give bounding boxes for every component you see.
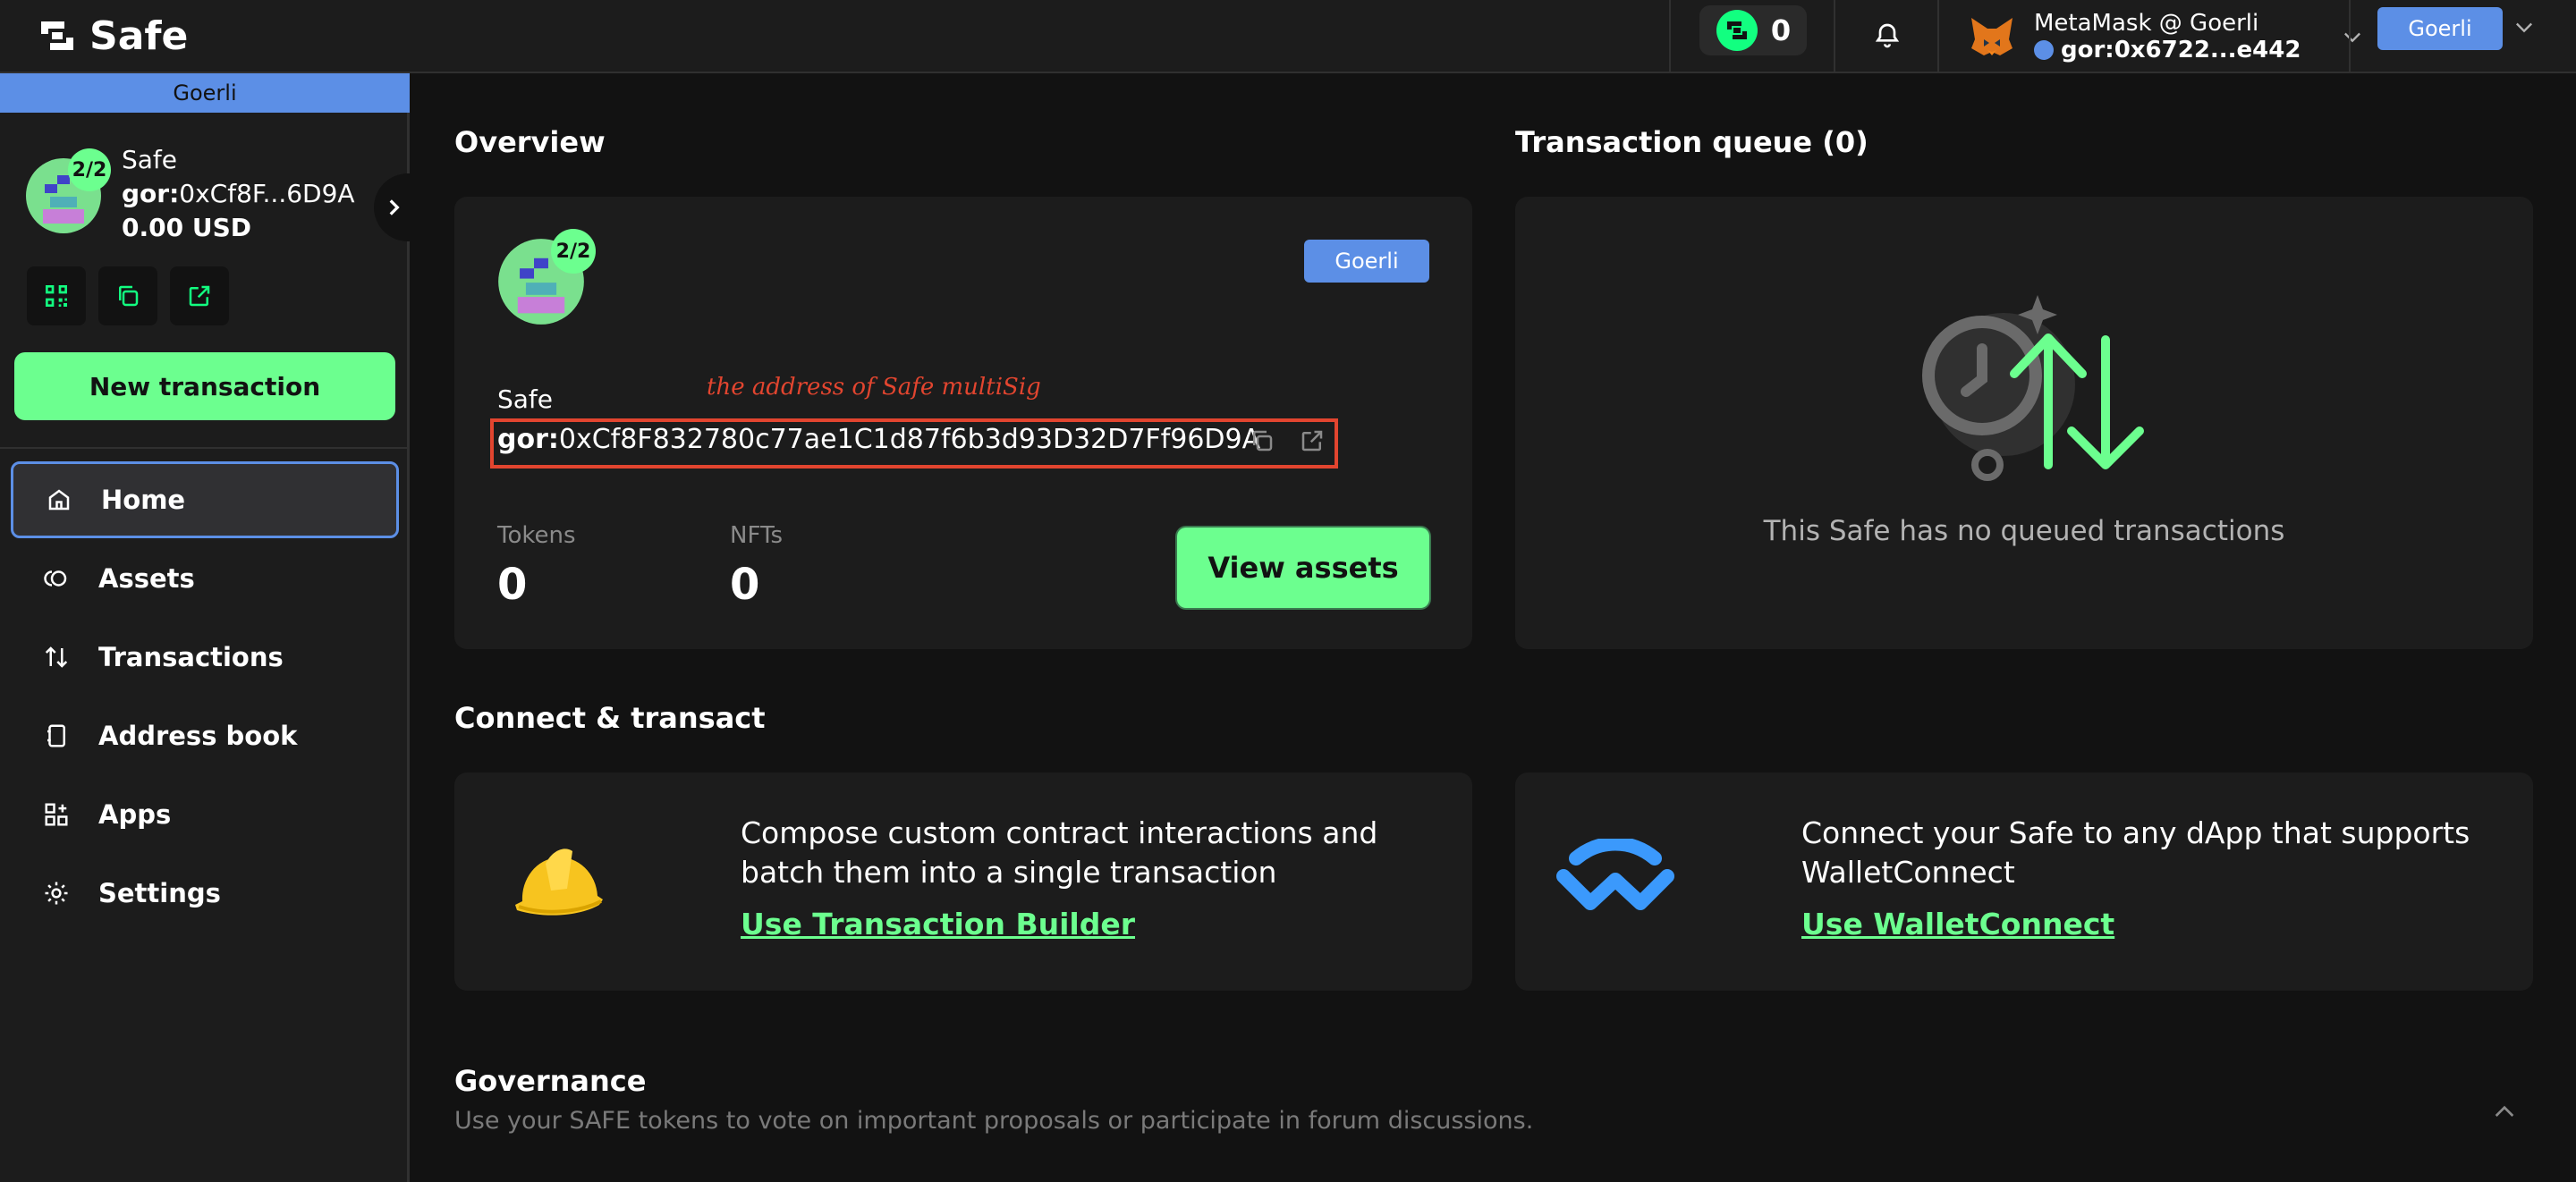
- hard-hat-icon: [515, 849, 603, 916]
- qr-code-icon: [46, 285, 67, 307]
- view-assets-button[interactable]: View assets: [1177, 528, 1429, 608]
- bell-icon: [1875, 23, 1900, 48]
- walletconnect-link[interactable]: Use WalletConnect: [1801, 907, 2114, 941]
- sidebar-divider: [0, 447, 408, 449]
- header-divider: [2349, 0, 2351, 73]
- chevron-down-icon: [2344, 32, 2361, 43]
- address-prefix: gor:: [497, 424, 559, 455]
- chevron-up-icon[interactable]: [2490, 1098, 2519, 1127]
- safe-logo[interactable]: Safe: [36, 7, 188, 64]
- walletconnect-icon: [1556, 839, 1674, 910]
- governance-title: Governance: [454, 1064, 647, 1098]
- home-icon: [48, 489, 70, 511]
- copy-icon[interactable]: [1249, 427, 1275, 454]
- safe-full-address: gor:0xCf8F832780c77ae1C1d87f6b3d93D32D7F…: [497, 424, 1260, 455]
- nav-label: Address book: [98, 721, 298, 751]
- transactions-icon: [45, 646, 68, 668]
- pending-tx-counter[interactable]: 0: [1699, 5, 1807, 55]
- safe-address: gor:0xCf8F...6D9A: [122, 179, 355, 208]
- network-selector[interactable]: Goerli: [2377, 7, 2503, 50]
- open-explorer-button[interactable]: [170, 266, 229, 325]
- settings-icon: [45, 882, 68, 905]
- nav-label: Home: [101, 485, 186, 515]
- nav-label: Transactions: [98, 642, 284, 672]
- safe-label: Safe: [497, 384, 554, 414]
- chevron-down-icon[interactable]: [2512, 14, 2537, 39]
- address-short: 0xCf8F...6D9A: [179, 179, 355, 208]
- queue-empty-text: This Safe has no queued transactions: [1763, 515, 2285, 547]
- assets-icon: [44, 570, 67, 587]
- copy-address-button[interactable]: [98, 266, 157, 325]
- safe-logo-icon: [41, 21, 73, 50]
- governance-description: Use your SAFE tokens to vote on importan…: [454, 1107, 1534, 1135]
- tokens-value: 0: [497, 560, 528, 610]
- sidebar-item-transactions[interactable]: Transactions: [11, 619, 399, 696]
- threshold-badge: 2/2: [551, 229, 596, 274]
- external-link-icon[interactable]: [1299, 427, 1326, 454]
- threshold-badge: 2/2: [68, 148, 111, 191]
- safe-token-icon: [1716, 10, 1758, 51]
- chevron-right-icon: [389, 199, 400, 215]
- nfts-label: NFTs: [730, 522, 784, 549]
- sidebar-item-assets[interactable]: Assets: [11, 540, 399, 617]
- wallet-address: gor:0x6722...e442: [2034, 37, 2301, 63]
- transaction-builder-description: Compose custom contract interactions and…: [741, 815, 1378, 890]
- apps-icon: [45, 803, 68, 826]
- external-link-icon: [189, 285, 210, 307]
- wallet-address-text: gor:0x6722...e442: [2061, 37, 2301, 63]
- connect-title: Connect & transact: [454, 701, 766, 735]
- new-transaction-button[interactable]: New transaction: [14, 352, 395, 420]
- metamask-fox-icon: [1971, 18, 2012, 55]
- address-prefix: gor:: [122, 179, 180, 208]
- header-divider: [1937, 0, 1939, 73]
- qr-code-button[interactable]: [27, 266, 86, 325]
- sidebar-item-home[interactable]: Home: [11, 461, 399, 538]
- overview-title: Overview: [454, 125, 606, 159]
- queue-title: Transaction queue (0): [1515, 125, 1868, 159]
- nfts-value: 0: [730, 560, 760, 610]
- nav-label: Settings: [98, 878, 221, 908]
- header-divider: [1834, 0, 1835, 73]
- network-chip: Goerli: [1304, 240, 1429, 283]
- tokens-label: Tokens: [497, 522, 576, 549]
- logo-text: Safe: [89, 13, 189, 59]
- wallet-name: MetaMask @ Goerli: [2034, 10, 2259, 37]
- copy-icon: [119, 285, 139, 307]
- address-value: 0xCf8F832780c77ae1C1d87f6b3d93D32D7Ff96D…: [558, 424, 1261, 455]
- wallet-button[interactable]: MetaMask @ Goerli gor:0x6722...e442: [1968, 0, 2365, 73]
- safe-name: Safe: [122, 145, 178, 174]
- sidebar-item-address-book[interactable]: Address book: [11, 697, 399, 774]
- safe-balance: 0.00 USD: [122, 213, 251, 242]
- notifications-button[interactable]: [1862, 11, 1912, 61]
- sidebar-item-apps[interactable]: Apps: [11, 776, 399, 853]
- sidebar-network-banner: Goerli: [0, 73, 410, 113]
- no-queue-illustration-icon: [1922, 295, 2144, 481]
- address-book-icon: [47, 724, 65, 747]
- header-divider: [1669, 0, 1671, 73]
- wallet-identicon: [2034, 40, 2054, 60]
- address-annotation: the address of Safe multiSig: [707, 374, 1041, 401]
- counter-value: 0: [1770, 13, 1792, 47]
- nav-label: Assets: [98, 563, 195, 594]
- walletconnect-description: Connect your Safe to any dApp that suppo…: [1801, 815, 2470, 890]
- sidebar-item-settings[interactable]: Settings: [11, 855, 399, 932]
- transaction-builder-link[interactable]: Use Transaction Builder: [741, 907, 1135, 941]
- nav-label: Apps: [98, 799, 172, 830]
